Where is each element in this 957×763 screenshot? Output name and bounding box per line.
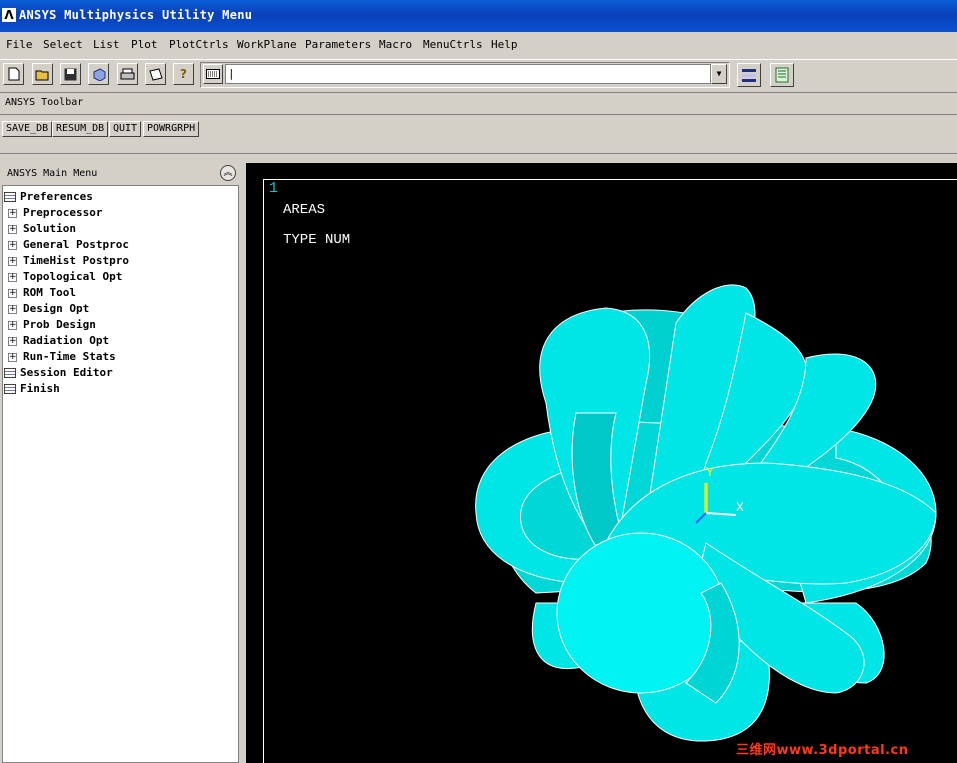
new-icon[interactable] bbox=[3, 63, 24, 85]
tree-item-session-editor[interactable]: Session Editor bbox=[4, 366, 113, 382]
main-menu-header: ANSYS Main Menu ︽ bbox=[0, 163, 243, 183]
tree-item-label: General Postproc bbox=[23, 238, 129, 251]
expand-icon[interactable]: + bbox=[8, 240, 17, 250]
tree-item-label: Solution bbox=[23, 222, 76, 235]
expand-icon[interactable]: + bbox=[8, 304, 17, 314]
expand-icon[interactable]: + bbox=[8, 288, 17, 298]
tree-item-radiation-opt[interactable]: + Radiation Opt bbox=[8, 334, 109, 350]
help-icon[interactable]: ? bbox=[173, 63, 194, 85]
tree-item-preferences[interactable]: Preferences bbox=[4, 190, 93, 206]
tree-item-label: TimeHist Postpro bbox=[23, 254, 129, 267]
tree-item-rom-tool[interactable]: + ROM Tool bbox=[8, 286, 76, 302]
tree-item-preprocessor[interactable]: + Preprocessor bbox=[8, 206, 102, 222]
tree-item-label: Run-Time Stats bbox=[23, 350, 116, 363]
triad-y-label: Y bbox=[706, 465, 714, 480]
tree-item-label: Topological Opt bbox=[23, 270, 123, 283]
menu-macro[interactable]: Macro bbox=[379, 38, 412, 51]
area-model-plot bbox=[475, 284, 937, 742]
menu-select[interactable]: Select bbox=[43, 38, 83, 51]
tree-item-finish[interactable]: Finish bbox=[4, 382, 60, 398]
resume-db-button[interactable]: RESUM_DB bbox=[52, 121, 109, 137]
powrgrph-button[interactable]: POWRGRPH bbox=[143, 121, 200, 137]
menu-help[interactable]: Help bbox=[491, 38, 518, 51]
tree-item-label: Preferences bbox=[20, 190, 93, 203]
tree-item-design-opt[interactable]: + Design Opt bbox=[8, 302, 89, 318]
raise-hidden-icon[interactable] bbox=[737, 63, 761, 87]
tree-item-timehist-postpro[interactable]: + TimeHist Postpro bbox=[8, 254, 129, 270]
menu-bar: File Select List Plot PlotCtrls WorkPlan… bbox=[0, 34, 957, 56]
menu-list[interactable]: List bbox=[93, 38, 120, 51]
reset-picking-icon[interactable] bbox=[770, 63, 794, 87]
tree-item-label: ROM Tool bbox=[23, 286, 76, 299]
watermark: 三维网www.3dportal.cn bbox=[736, 743, 909, 758]
tree-item-label: Finish bbox=[20, 382, 60, 395]
expand-icon[interactable]: + bbox=[8, 224, 17, 234]
triad-x-label: X bbox=[736, 500, 744, 515]
menu-workplane[interactable]: WorkPlane bbox=[237, 38, 297, 51]
print-icon[interactable] bbox=[117, 63, 138, 85]
menu-plot[interactable]: Plot bbox=[131, 38, 158, 51]
menu-parameters[interactable]: Parameters bbox=[305, 38, 371, 51]
open-icon[interactable] bbox=[32, 63, 53, 85]
save-db-button[interactable]: SAVE_DB bbox=[2, 121, 53, 137]
ansys-logo-icon: Λ bbox=[2, 8, 16, 22]
menu-plotctrls[interactable]: PlotCtrls bbox=[169, 38, 229, 51]
tree-item-general-postproc[interactable]: + General Postproc bbox=[8, 238, 129, 254]
menu-file[interactable]: File bbox=[6, 38, 33, 51]
keyboard-icon[interactable] bbox=[203, 64, 223, 84]
menu-menuctrls[interactable]: MenuCtrls bbox=[423, 38, 483, 51]
tree-item-run-time-stats[interactable]: + Run-Time Stats bbox=[8, 350, 116, 366]
tree-item-prob-design[interactable]: + Prob Design bbox=[8, 318, 96, 334]
report-icon[interactable] bbox=[145, 63, 166, 85]
3d-view-icon[interactable] bbox=[88, 63, 109, 85]
document-icon bbox=[4, 192, 16, 202]
expand-icon[interactable]: + bbox=[8, 320, 17, 330]
quit-button[interactable]: QUIT bbox=[109, 121, 142, 137]
tree-item-label: Preprocessor bbox=[23, 206, 103, 219]
command-input[interactable]: | bbox=[225, 64, 711, 84]
ansys-toolbar-label: ANSYS Toolbar bbox=[5, 97, 84, 108]
tree-item-label: Design Opt bbox=[23, 302, 90, 315]
tree-item-label: Session Editor bbox=[20, 366, 113, 379]
collapse-icon[interactable]: ︽ bbox=[220, 165, 236, 181]
expand-icon[interactable]: + bbox=[8, 336, 17, 346]
title-bar: Λ ANSYS Multiphysics Utility Menu bbox=[0, 0, 957, 32]
document-icon bbox=[4, 384, 16, 394]
expand-icon[interactable]: + bbox=[8, 272, 17, 282]
tree-item-solution[interactable]: + Solution bbox=[8, 222, 76, 238]
window-title: ANSYS Multiphysics Utility Menu bbox=[19, 8, 253, 22]
expand-icon[interactable]: + bbox=[8, 256, 17, 266]
tree-item-label: Radiation Opt bbox=[23, 334, 110, 347]
document-icon bbox=[4, 368, 16, 378]
tree-item-label: Prob Design bbox=[23, 318, 96, 331]
tree-item-topological-opt[interactable]: + Topological Opt bbox=[8, 270, 122, 286]
main-menu-title: ANSYS Main Menu bbox=[7, 168, 98, 179]
expand-icon[interactable]: + bbox=[8, 208, 17, 218]
save-icon[interactable] bbox=[60, 63, 81, 85]
expand-icon[interactable]: + bbox=[8, 352, 17, 362]
command-dropdown-arrow[interactable]: ▼ bbox=[711, 64, 727, 84]
